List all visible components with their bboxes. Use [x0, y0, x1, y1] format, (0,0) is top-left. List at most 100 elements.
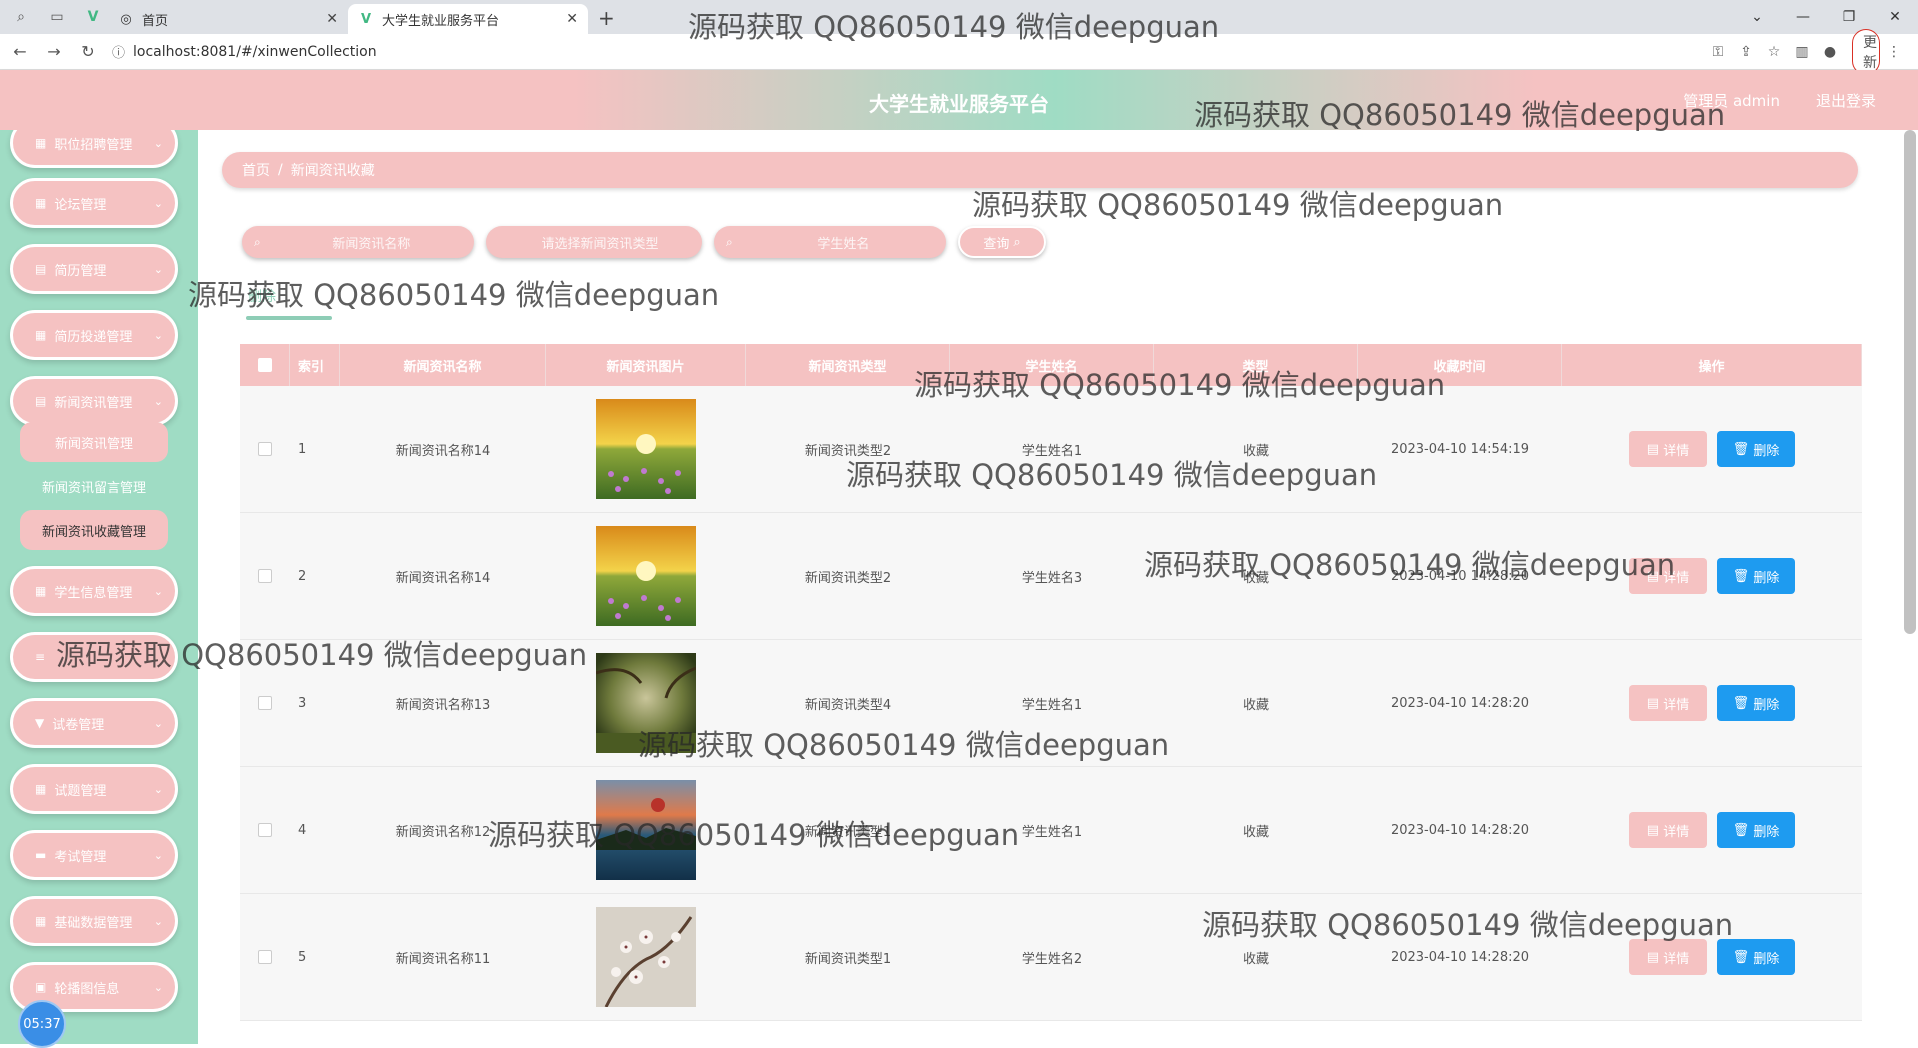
search-icon: ⌕: [726, 234, 733, 249]
row-student: 学生姓名1: [1021, 443, 1083, 459]
reload-icon[interactable]: ↻: [74, 38, 102, 66]
logout-link[interactable]: 退出登录: [1816, 90, 1876, 111]
detail-button[interactable]: ▤ 详情: [1629, 685, 1707, 721]
tab-pinned-icon[interactable]: ▭: [44, 4, 70, 30]
submenu-news-collection[interactable]: 新闻资讯收藏管理: [20, 510, 168, 550]
select-all-cell[interactable]: [240, 344, 290, 386]
menu-icon[interactable]: ⋮: [1880, 44, 1908, 60]
row-image-cell: [546, 386, 746, 512]
new-tab-icon[interactable]: +: [598, 6, 615, 30]
row-name: 新闻资讯名称11: [395, 951, 491, 967]
detail-button[interactable]: ▤ 详情: [1629, 812, 1707, 848]
tab-platform[interactable]: V 大学生就业服务平台 ✕: [348, 4, 588, 34]
row-checkbox[interactable]: [258, 823, 272, 837]
vertical-scrollbar[interactable]: [1904, 130, 1916, 634]
sidebar-item-question[interactable]: ▦ 试题管理 ⌄: [10, 764, 178, 814]
delete-button[interactable]: 🗑 删除: [1717, 558, 1795, 594]
placeholder: 学生姓名: [817, 236, 870, 252]
header-status: 类型: [1154, 344, 1358, 386]
monitor-icon: ▬: [35, 848, 47, 862]
sidebar-item-basedata[interactable]: ▦ 基础数据管理 ⌄: [10, 896, 178, 946]
delete-button[interactable]: 🗑 删除: [1717, 431, 1795, 467]
sidepanel-icon[interactable]: ▥: [1788, 44, 1816, 60]
sidebar-item-hidden[interactable]: ≡: [10, 632, 178, 682]
row-actions: ▤ 详情 🗑 删除: [1562, 640, 1862, 766]
row-check-cell[interactable]: [240, 640, 290, 766]
placeholder: 请选择新闻资讯类型: [541, 236, 659, 252]
chevron-down-icon: ⌄: [153, 584, 163, 598]
breadcrumb-home[interactable]: 首页: [242, 160, 270, 180]
grid-icon: ▦: [35, 328, 47, 342]
header-name: 新闻资讯名称: [340, 344, 546, 386]
user-label: 管理员 admin: [1683, 92, 1780, 110]
row-checkbox[interactable]: [258, 950, 272, 964]
update-button[interactable]: 更新: [1852, 28, 1880, 75]
detail-button[interactable]: ▤ 详情: [1629, 431, 1707, 467]
share-icon[interactable]: ⇪: [1732, 44, 1760, 60]
row-time: 2023-04-10 14:28:20: [1390, 822, 1530, 838]
detail-button[interactable]: ▤ 详情: [1629, 558, 1707, 594]
forward-icon[interactable]: →: [40, 38, 68, 66]
row-student: 学生姓名3: [1021, 570, 1083, 586]
table-row: 2 新闻资讯名称14 新闻资讯类型2 学生姓名3 收藏 2023-04-10 1…: [240, 513, 1862, 640]
sidebar-item-resume-delivery[interactable]: ▦ 简历投递管理 ⌄: [10, 310, 178, 360]
sidebar-item-exam[interactable]: ▬ 考试管理 ⌄: [10, 830, 178, 880]
table-row: 1 新闻资讯名称14 新闻资讯类型2 学生姓名1 收藏 2023-04-10 1…: [240, 386, 1862, 513]
table-header: 索引 新闻资讯名称 新闻资讯图片 新闻资讯类型 学生姓名 类型 收藏时间 操作: [240, 344, 1862, 386]
row-status: 收藏: [1242, 443, 1269, 459]
sidebar-item-news[interactable]: ▤ 新闻资讯管理 ⌄: [10, 376, 178, 426]
delete-button[interactable]: 🗑 删除: [1717, 685, 1795, 721]
row-check-cell[interactable]: [240, 894, 290, 1020]
delete-label: 删除: [1753, 824, 1780, 840]
submenu-news-comments[interactable]: 新闻资讯留言管理: [20, 466, 168, 506]
tab-home[interactable]: ◎ 首页 ✕: [108, 4, 348, 34]
delete-button[interactable]: 🗑 删除: [1717, 939, 1795, 975]
info-icon[interactable]: ⓘ: [112, 42, 125, 61]
student-name-input[interactable]: ⌕ 学生姓名: [714, 226, 946, 258]
sidebar-item-resume[interactable]: ▤ 简历管理 ⌄: [10, 244, 178, 294]
key-icon[interactable]: ⚿: [1704, 44, 1732, 60]
row-actions: ▤ 详情 🗑 删除: [1562, 894, 1862, 1020]
row-check-cell[interactable]: [240, 767, 290, 893]
news-name-input[interactable]: ⌕ 新闻资讯名称: [242, 226, 474, 258]
submenu-news-manage[interactable]: 新闻资讯管理: [20, 422, 168, 462]
profile-icon[interactable]: ●: [1816, 44, 1844, 60]
back-icon[interactable]: ←: [6, 38, 34, 66]
row-time: 2023-04-10 14:54:19: [1390, 441, 1530, 457]
chevron-down-icon: ⌄: [153, 136, 163, 150]
close-icon[interactable]: ✕: [566, 11, 578, 27]
batch-delete-button[interactable]: 删除: [248, 286, 276, 306]
breadcrumb: 首页 / 新闻资讯收藏: [222, 152, 1858, 188]
tab-search-icon[interactable]: ⌕: [8, 4, 34, 30]
delete-button[interactable]: 🗑 删除: [1717, 812, 1795, 848]
detail-button[interactable]: ▤ 详情: [1629, 939, 1707, 975]
chevron-down-icon: ⌄: [153, 328, 163, 342]
row-time: 2023-04-10 14:28:20: [1390, 949, 1530, 965]
sidebar-item-job[interactable]: ▦ 职位招聘管理 ⌄: [10, 130, 178, 168]
news-type-select[interactable]: 请选择新闻资讯类型: [486, 226, 702, 258]
row-type: 新闻资讯类型2: [804, 443, 892, 459]
query-button[interactable]: 查询 ⌕: [958, 226, 1046, 258]
sidebar-item-forum[interactable]: ▦ 论坛管理 ⌄: [10, 178, 178, 228]
close-icon[interactable]: ✕: [326, 11, 338, 27]
row-checkbox[interactable]: [258, 569, 272, 583]
sidebar-item-paper[interactable]: ▼ 试卷管理 ⌄: [10, 698, 178, 748]
trash-icon: 🗑: [1732, 949, 1754, 965]
select-all-checkbox[interactable]: [257, 358, 272, 372]
sidebar-item-student[interactable]: ▦ 学生信息管理 ⌄: [10, 566, 178, 616]
row-checkbox[interactable]: [258, 696, 272, 710]
document-icon: ▤: [1646, 949, 1664, 965]
collection-table: 索引 新闻资讯名称 新闻资讯图片 新闻资讯类型 学生姓名 类型 收藏时间 操作 …: [240, 344, 1862, 1021]
row-index: 2: [298, 568, 307, 584]
delete-label: 删除: [1753, 570, 1780, 586]
url-input[interactable]: ⓘ localhost:8081/#/xinwenCollection: [112, 38, 1704, 66]
app-title: 大学生就业服务平台: [869, 92, 1049, 116]
grid-icon: ▦: [35, 196, 47, 210]
tab-vue-icon[interactable]: V: [80, 4, 106, 30]
row-checkbox[interactable]: [258, 442, 272, 456]
time-badge[interactable]: 05:37: [18, 1000, 66, 1048]
row-check-cell[interactable]: [240, 386, 290, 512]
row-type: 新闻资讯类型2: [804, 570, 892, 586]
row-check-cell[interactable]: [240, 513, 290, 639]
star-icon[interactable]: ☆: [1760, 44, 1788, 60]
